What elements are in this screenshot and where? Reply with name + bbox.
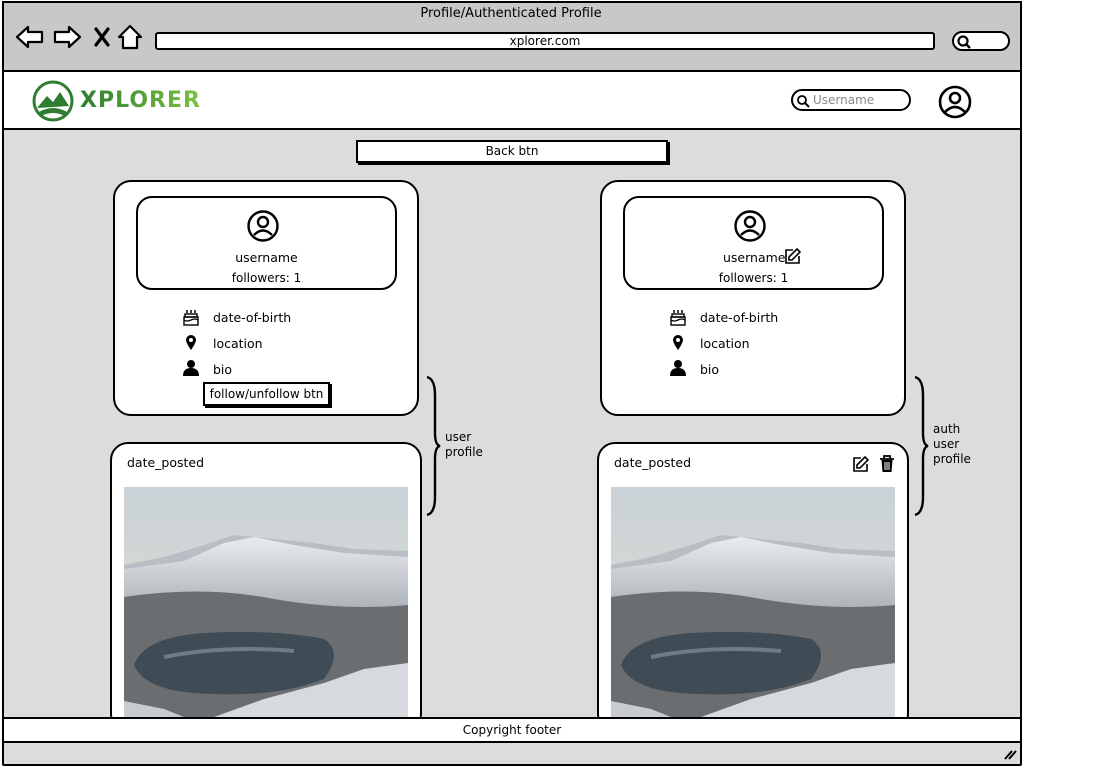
brand-logo[interactable] (32, 80, 74, 122)
browser-search[interactable] (952, 31, 1010, 51)
person-icon (670, 360, 686, 376)
post-date: date_posted (127, 455, 205, 470)
annotation-line: user (445, 430, 472, 444)
avatar-icon (734, 210, 766, 242)
brand-name: XPLORER (80, 88, 201, 113)
window-title: Profile/Authenticated Profile (420, 6, 602, 21)
auth-profile-location: location (700, 336, 750, 351)
home-icon[interactable] (114, 22, 146, 52)
person-icon (183, 360, 199, 376)
resize-grip-icon[interactable] (1003, 748, 1017, 760)
footer: Copyright footer (2, 717, 1022, 743)
edit-icon[interactable] (784, 248, 801, 265)
birthday-cake-icon (670, 310, 686, 326)
profile-dob: date-of-birth (213, 310, 292, 325)
auth-profile-followers: followers: 1 (718, 271, 789, 285)
search-icon (797, 95, 810, 108)
annotation-line: profile (933, 452, 971, 466)
auth-profile-brace (914, 375, 929, 517)
profile-username: username (235, 250, 298, 265)
annotation-line: auth (933, 422, 961, 436)
post-image (124, 487, 408, 717)
avatar-icon (247, 210, 279, 242)
edit-post-icon[interactable] (852, 456, 869, 473)
auth-post-image (611, 487, 895, 717)
search-icon (957, 35, 971, 49)
auth-profile-dob: date-of-birth (700, 310, 779, 325)
user-profile-brace (426, 375, 441, 517)
profile-followers: followers: 1 (231, 271, 302, 285)
auth-profile-bio: bio (700, 362, 720, 377)
back-button[interactable]: Back btn (356, 140, 668, 163)
follow-button[interactable]: follow/unfollow btn (203, 382, 330, 406)
annotation-user-profile: user profile (445, 430, 483, 460)
birthday-cake-icon (183, 310, 199, 326)
auth-profile-username: username (723, 250, 786, 265)
account-icon[interactable] (937, 84, 973, 120)
back-arrow-icon[interactable] (14, 22, 46, 52)
location-pin-icon (186, 335, 196, 350)
location-pin-icon (673, 335, 683, 350)
address-bar[interactable]: xplorer.com (155, 32, 935, 50)
forward-arrow-icon[interactable] (51, 22, 83, 52)
annotation-auth-profile: auth user profile (933, 422, 971, 467)
annotation-line: profile (445, 445, 483, 459)
profile-location: location (213, 336, 263, 351)
profile-bio: bio (213, 362, 233, 377)
auth-post-date: date_posted (614, 455, 692, 470)
annotation-line: user (933, 437, 960, 451)
delete-icon[interactable] (879, 455, 895, 473)
